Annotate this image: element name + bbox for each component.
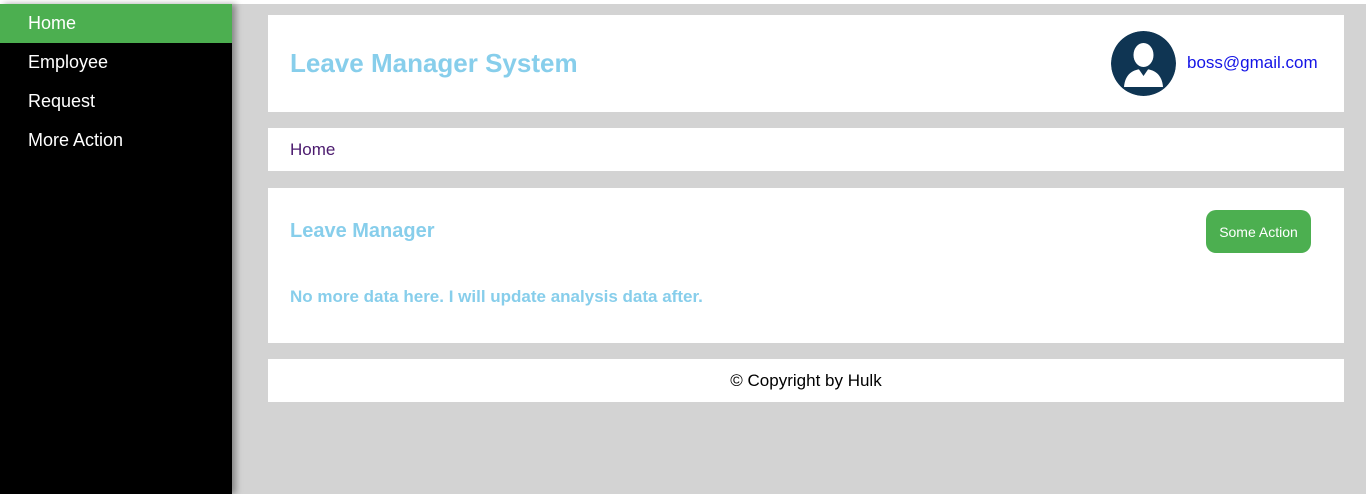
main-content: Leave Manager Some Action No more data h… — [268, 188, 1344, 343]
section-title: Leave Manager — [290, 220, 435, 242]
footer: © Copyright by Hulk — [268, 359, 1344, 402]
sidebar-item-home[interactable]: Home — [0, 4, 232, 43]
sidebar-item-employee[interactable]: Employee — [0, 43, 232, 82]
empty-state-message: No more data here. I will update analysi… — [290, 287, 703, 306]
breadcrumb-item-home[interactable]: Home — [290, 140, 335, 160]
breadcrumb: Home — [268, 128, 1344, 171]
copyright-text: © Copyright by Hulk — [730, 371, 882, 390]
sidebar-item-more-action[interactable]: More Action — [0, 121, 232, 160]
user-avatar-icon[interactable] — [1111, 31, 1176, 96]
some-action-button[interactable]: Some Action — [1206, 210, 1311, 253]
user-email-link[interactable]: boss@gmail.com — [1187, 53, 1318, 73]
sidebar-item-request[interactable]: Request — [0, 82, 232, 121]
header-bar: Leave Manager System boss@gmail.com — [268, 15, 1344, 112]
sidebar: Home Employee Request More Action — [0, 4, 232, 494]
app-title: Leave Manager System — [290, 48, 578, 78]
